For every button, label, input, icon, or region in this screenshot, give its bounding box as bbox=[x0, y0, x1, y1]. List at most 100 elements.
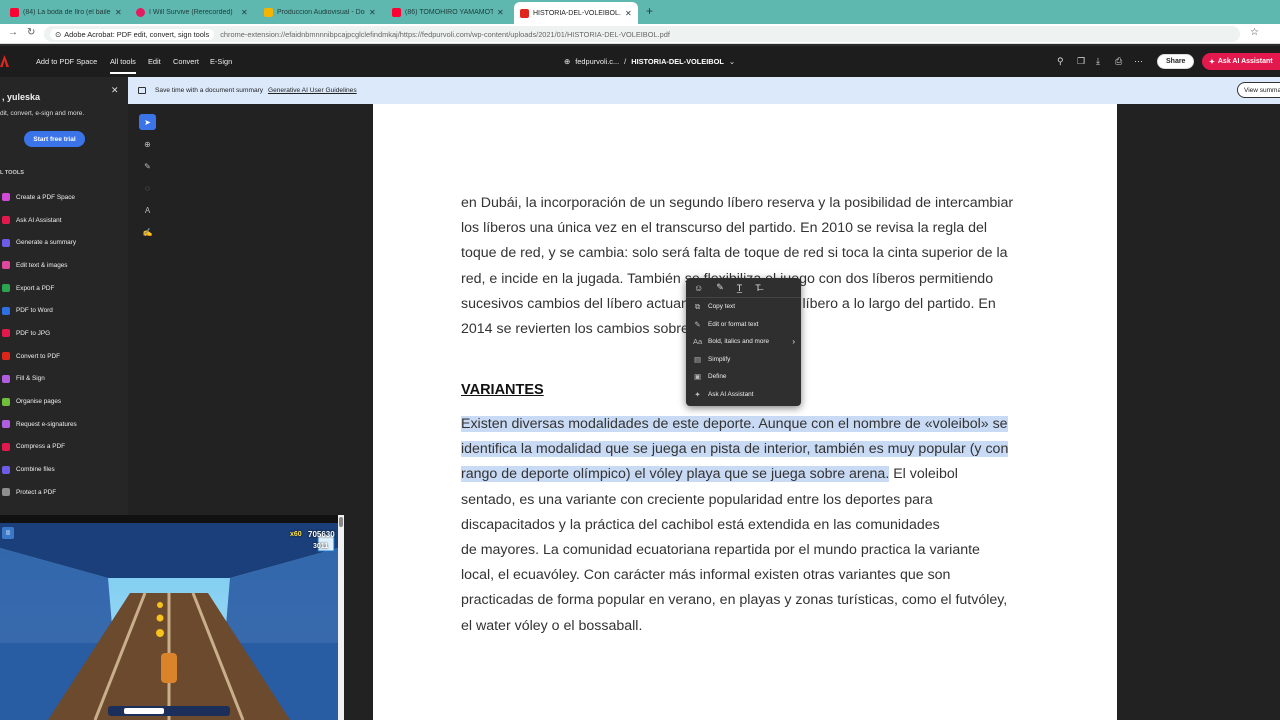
document-domain: fedpurvoli.c... bbox=[575, 57, 620, 66]
tool-pdf-to-jpg[interactable]: PDF to JPG bbox=[0, 322, 128, 345]
pause-button[interactable]: II bbox=[2, 527, 14, 539]
tool-label: Generate a summary bbox=[16, 239, 77, 247]
view-summary-button[interactable]: View summary bbox=[1237, 82, 1280, 98]
signature-icon[interactable]: ✍ bbox=[139, 224, 156, 240]
menu-ask-ai-assistant[interactable]: ✦ Ask AI Assistant bbox=[686, 386, 801, 404]
text-context-menu: ☺ ✎ T̲ T̶ ⧉ Copy text ✎ Edit or format tex… bbox=[686, 278, 801, 406]
new-tab-icon[interactable]: + bbox=[646, 4, 653, 18]
highlight-pen-icon[interactable]: ✎ bbox=[716, 282, 724, 293]
text-line: los líberos una única vez en el transcur… bbox=[461, 220, 988, 237]
text-box-icon[interactable]: A bbox=[139, 202, 156, 218]
forward-icon[interactable]: → bbox=[8, 27, 18, 38]
document-name: HISTORIA-DEL-VOLEIBOL bbox=[631, 57, 724, 66]
url-field[interactable]: ⊙ Adobe Acrobat: PDF edit, convert, sign… bbox=[44, 26, 1240, 42]
download-icon[interactable]: ⤓ bbox=[1096, 56, 1100, 67]
pdf-page: en Dubái, la incorporación de un segundo… bbox=[373, 104, 1117, 720]
reload-icon[interactable]: ↻ bbox=[27, 27, 35, 38]
document-path-separator: / bbox=[624, 57, 627, 66]
tool-convert-to-pdf[interactable]: Convert to PDF bbox=[0, 345, 128, 368]
close-tab-icon[interactable]: ✕ bbox=[115, 8, 122, 17]
tool-export-pdf[interactable]: Export a PDF bbox=[0, 277, 128, 300]
tool-label: Ask AI Assistant bbox=[16, 216, 62, 224]
tool-generate-summary[interactable]: Generate a summary bbox=[0, 231, 128, 254]
tool-label: Compress a PDF bbox=[16, 443, 66, 451]
browser-tab[interactable]: (86) TOMOHIRO YAMAMOTO ✕ bbox=[386, 3, 510, 22]
comment-icon[interactable]: ☺ bbox=[694, 283, 703, 293]
compress-icon bbox=[2, 442, 10, 451]
close-panel-icon[interactable]: ✕ bbox=[111, 85, 119, 96]
ask-ai-assistant-button[interactable]: ✦ Ask AI Assistant bbox=[1202, 53, 1280, 70]
share-button[interactable]: Share bbox=[1157, 54, 1195, 69]
selected-text[interactable]: Existen diversas modalidades de este dep… bbox=[461, 416, 1008, 432]
tab-label: (84) La boda de Ilro (el baile o... bbox=[23, 9, 111, 16]
menu-simplify[interactable]: ▤ Simplify bbox=[686, 351, 801, 369]
search-icon[interactable]: ⚲ bbox=[1057, 56, 1064, 67]
menu-convert[interactable]: Convert bbox=[173, 57, 199, 66]
ai-guidelines-link[interactable]: Generative AI User Guidelines bbox=[268, 87, 357, 94]
browser-tab[interactable]: I Will Survive (Rerecorded) ✕ bbox=[130, 3, 254, 22]
menu-edit-format-text[interactable]: ✎ Edit or format text bbox=[686, 316, 801, 334]
scrollbar[interactable] bbox=[338, 515, 344, 720]
docs-favicon-icon bbox=[264, 8, 273, 17]
print-icon[interactable]: ⎙ bbox=[1115, 56, 1122, 67]
lasso-icon[interactable]: ◌ bbox=[139, 180, 156, 196]
more-options-icon[interactable]: ⋯ bbox=[1134, 56, 1143, 67]
strikethrough-icon[interactable]: T̶ bbox=[755, 283, 761, 293]
close-tab-icon[interactable]: ✕ bbox=[369, 8, 376, 17]
browser-tab[interactable]: (84) La boda de Ilro (el baile o... ✕ bbox=[4, 3, 128, 22]
browser-tab-active[interactable]: HISTORIA-DEL-VOLEIBOL.pdf ✕ bbox=[514, 2, 638, 24]
banner-message: Save time with a document summary bbox=[155, 87, 264, 94]
define-icon: ▣ bbox=[693, 372, 702, 382]
tool-label: Edit text & images bbox=[16, 261, 68, 269]
section-heading: VARIANTES bbox=[461, 382, 544, 398]
youtube-favicon-icon bbox=[392, 8, 401, 17]
close-tab-icon[interactable]: ✕ bbox=[241, 8, 248, 17]
menu-edit[interactable]: Edit bbox=[148, 57, 161, 66]
close-tab-icon[interactable]: ✕ bbox=[497, 8, 504, 17]
menu-label: Ask AI Assistant bbox=[708, 390, 754, 398]
pen-icon[interactable]: ✎ bbox=[139, 158, 156, 174]
document-title[interactable]: ⊕ fedpurvoli.c... / HISTORIA-DEL-VOLEIBO… bbox=[564, 57, 735, 66]
tool-create-pdf-space[interactable]: Create a PDF Space bbox=[0, 186, 128, 209]
coin bbox=[156, 614, 164, 622]
page-view-icon[interactable]: ❐ bbox=[1077, 56, 1085, 67]
menu-all-tools[interactable]: All tools bbox=[110, 57, 136, 74]
copy-icon: ⧉ bbox=[694, 301, 701, 311]
extension-icon: ⊙ bbox=[55, 29, 62, 39]
start-free-trial-button[interactable]: Start free trial bbox=[24, 131, 85, 147]
tools-section-heading: L TOOLS bbox=[0, 170, 25, 176]
browser-tab[interactable]: Produccion Audiovisual - Docu... ✕ bbox=[258, 3, 382, 22]
game-video-overlay[interactable]: II x60 705630 3011 bbox=[0, 515, 344, 720]
tool-edit-text-images[interactable]: Edit text & images bbox=[0, 254, 128, 277]
bookmark-star-icon[interactable]: ☆ bbox=[1250, 27, 1259, 38]
add-to-pdf-space-button[interactable]: Add to PDF Space bbox=[36, 57, 97, 66]
tool-pdf-to-word[interactable]: PDF to Word bbox=[0, 299, 128, 322]
tool-request-esignatures[interactable]: Request e-signatures bbox=[0, 413, 128, 436]
menu-define[interactable]: ▣ Define bbox=[686, 368, 801, 386]
tool-fill-sign[interactable]: Fill & Sign bbox=[0, 368, 128, 391]
tool-compress-pdf[interactable]: Compress a PDF bbox=[0, 436, 128, 459]
selected-text[interactable]: identifica la modalidad que se juega en … bbox=[461, 441, 1009, 458]
close-tab-icon[interactable]: ✕ bbox=[625, 9, 632, 18]
chevron-down-icon: ⌄ bbox=[728, 57, 736, 66]
score-counter: 705630 bbox=[308, 530, 335, 539]
tool-organise-pages[interactable]: Organise pages bbox=[0, 390, 128, 413]
select-cursor-icon[interactable]: ➤ bbox=[139, 114, 156, 130]
summary-icon bbox=[2, 238, 10, 247]
summary-banner: Save time with a document summary Genera… bbox=[128, 77, 1280, 104]
menu-label: Bold, italics and more bbox=[708, 338, 770, 346]
tool-protect-pdf[interactable]: Protect a PDF bbox=[0, 481, 128, 504]
menu-bold-italics[interactable]: Aa Bold, italics and more › bbox=[686, 333, 801, 351]
underline-icon[interactable]: T̲ bbox=[737, 283, 743, 293]
menu-esign[interactable]: E-Sign bbox=[210, 57, 232, 66]
tool-label: Organise pages bbox=[16, 398, 62, 406]
extension-chip[interactable]: ⊙ Adobe Acrobat: PDF edit, convert, sign… bbox=[50, 28, 215, 40]
selected-text[interactable]: rango de deporte olímpico) el vóley play… bbox=[461, 466, 890, 483]
zoom-icon[interactable]: ⊕ bbox=[139, 136, 156, 152]
text-line: practicadas de forma popular en verano, … bbox=[461, 592, 1008, 609]
tab-label: Produccion Audiovisual - Docu... bbox=[277, 9, 365, 16]
scrollbar-thumb[interactable] bbox=[339, 517, 343, 527]
menu-copy-text[interactable]: ⧉ Copy text bbox=[686, 298, 801, 316]
tool-ask-ai-assistant[interactable]: Ask AI Assistant bbox=[0, 209, 128, 232]
tool-combine-files[interactable]: Combine files bbox=[0, 458, 128, 481]
